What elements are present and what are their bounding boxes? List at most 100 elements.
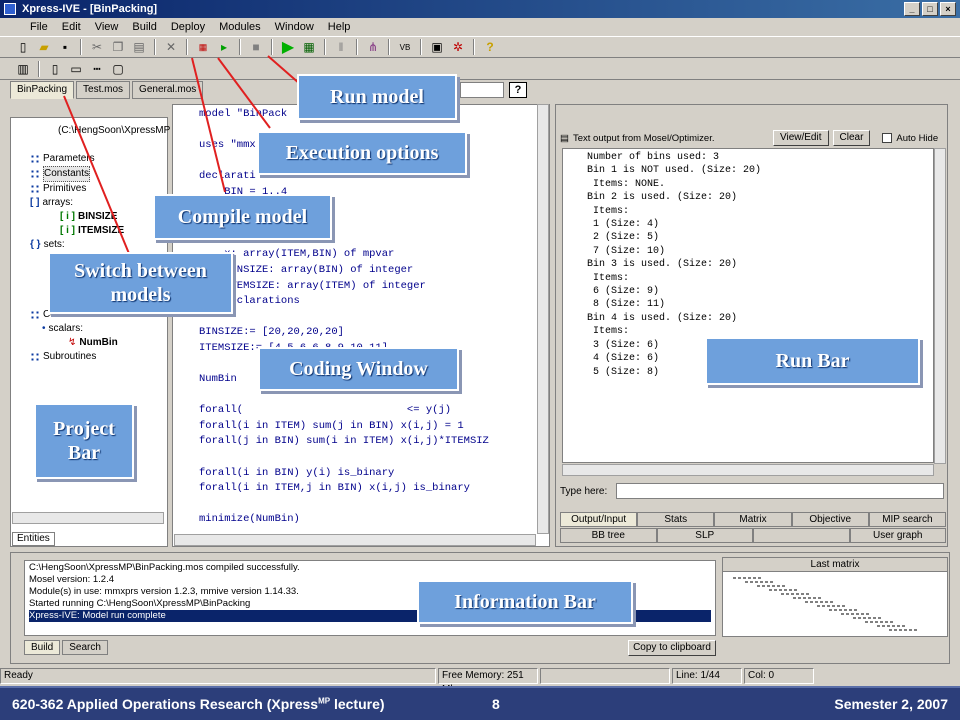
status-bar: Ready Free Memory: 251 Mb Line: 1/44 Col… xyxy=(0,667,960,695)
deploy-vb-icon[interactable]: VB xyxy=(396,38,414,56)
output-header: ▤ Text output from Mosel/Optimizer. View… xyxy=(560,128,945,148)
network-icon[interactable]: ✲ xyxy=(449,38,467,56)
code-line[interactable]: ITEMSIZE: array(ITEM) of integer xyxy=(199,279,489,295)
breakpoint-icon[interactable]: ✕ xyxy=(162,38,180,56)
menu-window[interactable]: Window xyxy=(275,21,314,33)
tree-root[interactable]: (C:\HengSoon\XpressMP xyxy=(24,124,170,138)
tab-objective[interactable]: Objective xyxy=(791,512,869,527)
tree-item-arrays[interactable]: arrays: xyxy=(42,196,73,210)
code-line[interactable]: forall(i in ITEM) sum(j in BIN) x(i,j) =… xyxy=(199,419,489,435)
slide-footer: 620-362 Applied Operations Research (Xpr… xyxy=(0,686,960,720)
code-line[interactable]: x: array(ITEM,BIN) of mpvar xyxy=(199,247,489,263)
open-folder-icon[interactable]: ▰ xyxy=(35,38,53,56)
new-file-icon[interactable]: ▯ xyxy=(14,38,32,56)
menu-help[interactable]: Help xyxy=(328,21,351,33)
output-line: 7 (Size: 10) xyxy=(587,245,666,257)
execution-options-icon[interactable]: ▸ xyxy=(215,38,233,56)
tab-general-mos[interactable]: General.mos xyxy=(132,81,204,99)
code-line[interactable]: BINSIZE: array(BIN) of integer xyxy=(199,263,489,279)
tab-build[interactable]: Build xyxy=(24,640,61,655)
tree-icon[interactable]: ⋔ xyxy=(364,38,382,56)
save-icon[interactable]: ▪ xyxy=(56,38,74,56)
minimize-button[interactable]: _ xyxy=(904,2,920,16)
tree-item-subroutines[interactable]: Subroutines xyxy=(43,350,96,364)
help-icon[interactable]: ? xyxy=(481,38,499,56)
tab-entities[interactable]: Entities xyxy=(12,532,55,546)
code-hscrollbar[interactable] xyxy=(174,534,536,546)
maximize-button[interactable]: □ xyxy=(922,2,938,16)
full-pane-icon[interactable]: ▢ xyxy=(109,60,127,78)
stop-icon[interactable]: ■ xyxy=(247,38,265,56)
code-line[interactable] xyxy=(199,497,489,513)
tree-item-numbin[interactable]: NumBin xyxy=(79,336,117,350)
output-line: Bin 1 is NOT used. (Size: 20) xyxy=(587,165,762,177)
paste-icon[interactable]: ▤ xyxy=(130,38,148,56)
find-input[interactable] xyxy=(460,82,504,98)
tab-bb-tree[interactable]: BB tree xyxy=(560,528,657,543)
auto-hide-label: Auto Hide xyxy=(896,132,939,144)
clear-button[interactable]: Clear xyxy=(832,130,871,146)
code-line[interactable]: forall(i in ITEM,j in BIN) x(i,j) is_bin… xyxy=(199,481,489,497)
matrix-pattern xyxy=(733,577,917,631)
cut-icon[interactable]: ✂ xyxy=(88,38,106,56)
tab-binpacking[interactable]: BinPacking xyxy=(10,81,75,99)
tab-mip-search[interactable]: MIP search xyxy=(868,512,946,527)
tree-item-constants[interactable]: Constants xyxy=(43,166,91,182)
horizontal-pane-icon[interactable]: ▭ xyxy=(67,60,85,78)
tree-item-sets[interactable]: sets: xyxy=(44,238,65,252)
tree-item-binsize[interactable]: BINSIZE xyxy=(78,210,117,224)
vertical-pane-icon[interactable]: ▯ xyxy=(46,60,64,78)
menu-build[interactable]: Build xyxy=(132,21,156,33)
menu-file[interactable]: File xyxy=(30,21,48,33)
menu-view[interactable]: View xyxy=(95,21,119,33)
code-line[interactable]: declarations xyxy=(199,294,489,310)
menu-deploy[interactable]: Deploy xyxy=(171,21,205,33)
context-help-icon[interactable]: ? xyxy=(509,82,527,98)
pause-icon[interactable]: ‖ xyxy=(332,38,350,56)
tree-item-primitives[interactable]: Primitives xyxy=(43,182,86,196)
code-line[interactable] xyxy=(199,310,489,326)
code-line[interactable] xyxy=(199,450,489,466)
footer-page: 8 xyxy=(492,696,500,712)
code-line[interactable]: forall(j in BIN) sum(i in ITEM) x(i,j)*I… xyxy=(199,434,489,450)
dots-icon xyxy=(30,310,40,320)
output-hscrollbar[interactable] xyxy=(562,464,934,476)
run-icon[interactable]: ▶ xyxy=(279,38,297,56)
menu-edit[interactable]: Edit xyxy=(62,21,81,33)
output-line: Items: xyxy=(587,205,630,217)
run-step-icon[interactable]: ▦ xyxy=(300,38,318,56)
project-view-icon[interactable]: ▥ xyxy=(14,60,32,78)
menu-modules[interactable]: Modules xyxy=(219,21,261,33)
tab-user-graph[interactable]: User graph xyxy=(849,528,946,543)
tab-search[interactable]: Search xyxy=(62,640,108,655)
tree-item-scalars[interactable]: scalars: xyxy=(49,322,83,336)
tab-matrix[interactable]: Matrix xyxy=(714,512,792,527)
code-line[interactable]: forall(i in BIN) y(i) is_binary xyxy=(199,466,489,482)
compile-icon[interactable]: ▦ xyxy=(194,38,212,56)
output-vscrollbar[interactable] xyxy=(934,148,946,464)
code-line[interactable]: forall( <= y(j) xyxy=(199,403,489,419)
model-tabs: BinPacking Test.mos General.mos xyxy=(10,81,204,99)
tab-slp[interactable]: SLP xyxy=(656,528,753,543)
type-here-input[interactable] xyxy=(616,483,944,499)
tab-test-mos[interactable]: Test.mos xyxy=(76,81,131,99)
split-pane-icon[interactable]: ┅ xyxy=(88,60,106,78)
code-line[interactable]: BINSIZE:= [20,20,20,20] xyxy=(199,325,489,341)
tree-item-parameters[interactable]: Parameters xyxy=(43,152,95,166)
status-blank xyxy=(540,668,670,684)
output-line: 6 (Size: 9) xyxy=(587,286,660,298)
output-line: Items: NONE. xyxy=(587,178,666,190)
copy-to-clipboard-button[interactable]: Copy to clipboard xyxy=(628,640,716,656)
tab-stats[interactable]: Stats xyxy=(637,512,715,527)
code-vscrollbar[interactable] xyxy=(537,104,549,534)
tab-output-input[interactable]: Output/Input xyxy=(560,512,638,527)
view-edit-button[interactable]: View/Edit xyxy=(772,130,829,146)
close-button[interactable]: × xyxy=(940,2,956,16)
auto-hide-checkbox[interactable] xyxy=(882,133,893,143)
tab-blank[interactable] xyxy=(753,528,850,543)
tree-item-itemsize[interactable]: ITEMSIZE xyxy=(78,224,124,238)
project-hscrollbar[interactable] xyxy=(12,512,164,524)
bim-icon[interactable]: ▣ xyxy=(428,38,446,56)
copy-icon[interactable]: ❐ xyxy=(109,38,127,56)
code-line[interactable]: minimize(NumBin) xyxy=(199,512,489,528)
